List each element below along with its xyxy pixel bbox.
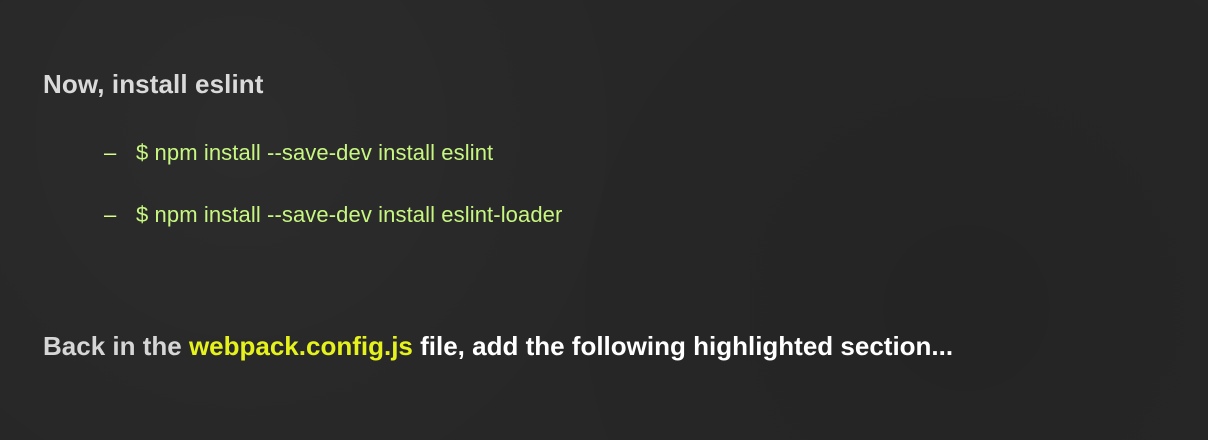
slide-canvas: Now, install eslint – $ npm install --sa… (0, 0, 1208, 440)
footer-lead-text: Back in the (43, 331, 189, 361)
install-eslint-command: $ npm install --save-dev install eslint (136, 140, 494, 165)
command-item: – $ npm install --save-dev install eslin… (104, 200, 562, 230)
dash-bullet-icon: – (104, 202, 117, 227)
command-item: – $ npm install --save-dev install eslin… (104, 138, 562, 168)
webpack-instruction: Back in the webpack.config.js file, add … (43, 331, 953, 362)
command-list: – $ npm install --save-dev install eslin… (104, 138, 562, 262)
webpack-config-filename: webpack.config.js (188, 331, 413, 361)
footer-tail-text: file, add the following highlighted sect… (412, 331, 954, 361)
dash-bullet-icon: – (104, 140, 117, 165)
instruction-heading: Now, install eslint (43, 69, 264, 99)
install-eslint-loader-command: $ npm install --save-dev install eslint-… (136, 202, 563, 227)
